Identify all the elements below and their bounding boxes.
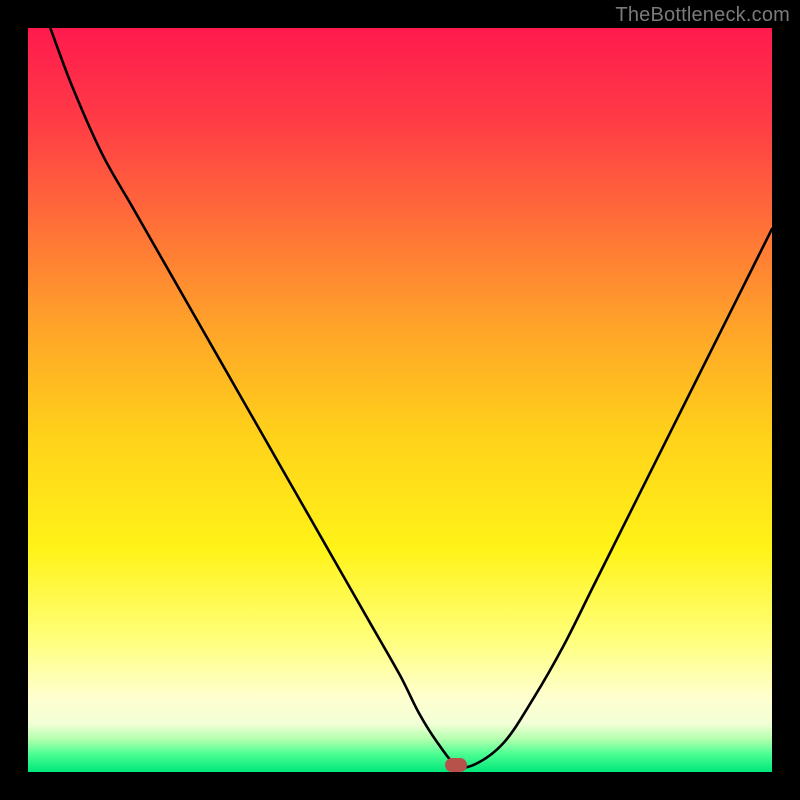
bottleneck-curve	[28, 28, 772, 772]
watermark-text: TheBottleneck.com	[615, 4, 790, 27]
optimal-point-marker	[445, 758, 467, 772]
chart-plot-area	[28, 28, 772, 772]
